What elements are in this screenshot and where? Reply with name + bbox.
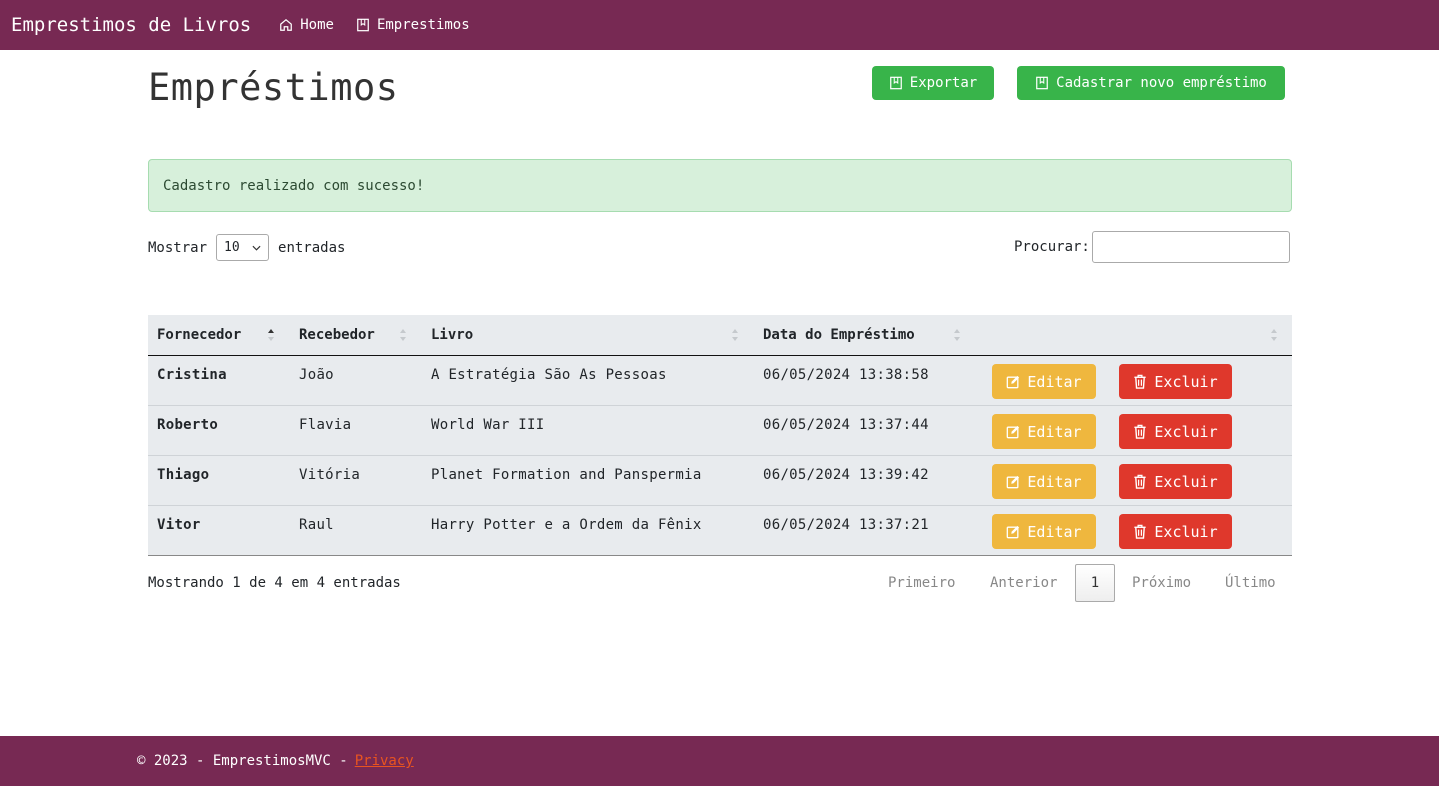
cell-livro: World War III	[431, 417, 545, 433]
edit-button[interactable]: Editar	[992, 464, 1096, 499]
cell-recebedor: Raul	[299, 517, 334, 533]
delete-label: Excluir	[1154, 472, 1218, 491]
edit-button[interactable]: Editar	[992, 364, 1096, 399]
cell-recebedor: João	[299, 367, 334, 383]
nav-link-label: Home	[300, 17, 334, 33]
loans-table: Fornecedor Recebedor Livro Data do Empré…	[148, 315, 1292, 556]
bookmark-icon	[357, 18, 369, 32]
success-alert: Cadastro realizado com sucesso!	[148, 159, 1292, 212]
table-row: Roberto Flavia World War III 06/05/2024 …	[148, 406, 1292, 456]
column-header-livro[interactable]: Livro	[431, 327, 473, 343]
sort-icon[interactable]	[953, 328, 961, 342]
page-length-select[interactable]: 10	[216, 234, 270, 261]
cell-data: 06/05/2024 13:37:44	[763, 417, 929, 433]
sort-icon[interactable]	[1270, 328, 1278, 342]
delete-label: Excluir	[1154, 522, 1218, 541]
entries-label: entradas	[278, 239, 346, 256]
nav-link-label: Emprestimos	[376, 17, 470, 33]
cell-recebedor: Flavia	[299, 417, 352, 433]
edit-icon	[1007, 475, 1020, 488]
page-length-value: 10	[224, 240, 240, 255]
search-control: Procurar:	[1014, 231, 1290, 263]
pagination-next[interactable]: Próximo	[1132, 564, 1191, 602]
table-header: Fornecedor Recebedor Livro Data do Empré…	[148, 315, 1292, 356]
table-body: Cristina João A Estratégia São As Pessoa…	[148, 356, 1292, 556]
sort-icon[interactable]	[731, 328, 739, 342]
edit-label: Editar	[1027, 422, 1082, 441]
trash-icon	[1134, 374, 1147, 389]
cell-fornecedor: Vitor	[157, 517, 201, 533]
pagination-first[interactable]: Primeiro	[888, 564, 955, 602]
pagination-current-page[interactable]: 1	[1075, 564, 1115, 602]
trash-icon	[1134, 474, 1147, 489]
bookmark-icon	[1036, 76, 1049, 90]
edit-button[interactable]: Editar	[992, 414, 1096, 449]
export-button[interactable]: Exportar	[872, 66, 994, 100]
footer: © 2023 - EmprestimosMVC - Privacy	[0, 736, 1439, 786]
chevron-down-icon	[252, 245, 261, 251]
delete-button[interactable]: Excluir	[1119, 414, 1232, 449]
column-header-recebedor[interactable]: Recebedor	[299, 327, 375, 343]
privacy-link[interactable]: Privacy	[355, 753, 414, 769]
sort-icon[interactable]	[399, 328, 407, 342]
search-label: Procurar:	[1014, 239, 1090, 255]
cell-livro: Planet Formation and Panspermia	[431, 467, 702, 483]
export-label: Exportar	[909, 75, 978, 91]
cell-fornecedor: Thiago	[157, 467, 210, 483]
table-row: Thiago Vitória Planet Formation and Pans…	[148, 456, 1292, 506]
column-header-fornecedor[interactable]: Fornecedor	[157, 327, 241, 343]
pagination-last[interactable]: Último	[1225, 564, 1276, 602]
table-row: Cristina João A Estratégia São As Pessoa…	[148, 356, 1292, 406]
column-header-data[interactable]: Data do Empréstimo	[763, 327, 915, 343]
alert-message: Cadastro realizado com sucesso!	[163, 178, 425, 194]
table-row: Vitor Raul Harry Potter e a Ordem da Fên…	[148, 506, 1292, 556]
nav-link-home[interactable]: Home	[279, 17, 334, 33]
page-title: Empréstimos	[148, 66, 399, 109]
edit-icon	[1007, 525, 1020, 538]
delete-button[interactable]: Excluir	[1119, 364, 1232, 399]
edit-icon	[1007, 375, 1020, 388]
new-loan-button[interactable]: Cadastrar novo empréstimo	[1017, 66, 1285, 100]
nav-link-emprestimos[interactable]: Emprestimos	[356, 17, 470, 33]
new-loan-label: Cadastrar novo empréstimo	[1056, 75, 1267, 91]
delete-label: Excluir	[1154, 372, 1218, 391]
edit-label: Editar	[1027, 522, 1082, 541]
cell-livro: Harry Potter e a Ordem da Fênix	[431, 517, 702, 533]
edit-icon	[1007, 425, 1020, 438]
cell-fornecedor: Cristina	[157, 367, 227, 383]
footer-copyright: © 2023 - EmprestimosMVC -	[137, 753, 348, 769]
cell-recebedor: Vitória	[299, 467, 361, 483]
navbar-brand[interactable]: Emprestimos de Livros	[11, 14, 251, 36]
sort-asc-icon[interactable]	[267, 328, 275, 342]
delete-label: Excluir	[1154, 422, 1218, 441]
cell-data: 06/05/2024 13:39:42	[763, 467, 929, 483]
navbar: Emprestimos de Livros Home Emprestimos	[0, 0, 1439, 50]
search-input[interactable]	[1091, 231, 1290, 263]
trash-icon	[1134, 524, 1147, 539]
home-icon	[280, 18, 293, 31]
pagination-previous[interactable]: Anterior	[990, 564, 1057, 602]
page-length-control: Mostrar 10 entradas	[148, 234, 345, 261]
edit-label: Editar	[1027, 472, 1082, 491]
trash-icon	[1134, 424, 1147, 439]
delete-button[interactable]: Excluir	[1119, 514, 1232, 549]
cell-livro: A Estratégia São As Pessoas	[431, 367, 667, 383]
cell-fornecedor: Roberto	[157, 417, 219, 433]
cell-data: 06/05/2024 13:38:58	[763, 367, 929, 383]
delete-button[interactable]: Excluir	[1119, 464, 1232, 499]
cell-data: 06/05/2024 13:37:21	[763, 517, 929, 533]
table-info: Mostrando 1 de 4 em 4 entradas	[148, 575, 401, 591]
bookmark-icon	[889, 76, 902, 90]
edit-button[interactable]: Editar	[992, 514, 1096, 549]
edit-label: Editar	[1027, 372, 1082, 391]
show-label: Mostrar	[148, 239, 208, 256]
